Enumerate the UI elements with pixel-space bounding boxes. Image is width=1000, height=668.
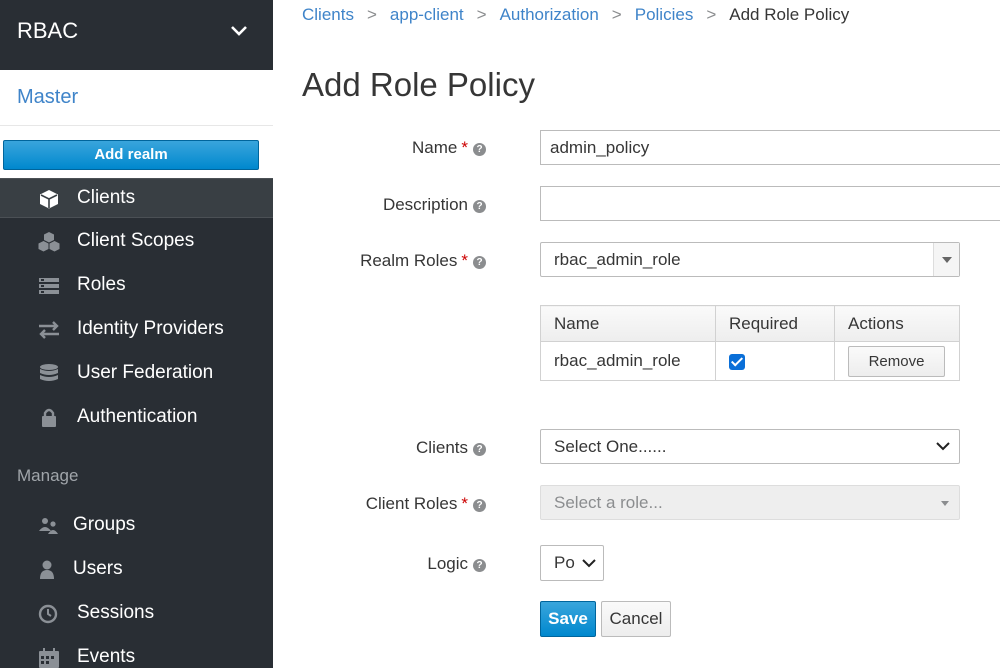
role-name-cell: rbac_admin_role [540,341,716,381]
save-button[interactable]: Save [540,601,596,637]
user-icon [40,560,54,579]
clock-icon [38,604,58,624]
realm-roles-select[interactable]: rbac_admin_role [540,242,960,277]
chevron-down-icon [582,559,596,568]
sidebar-item-identity-providers[interactable]: Identity Providers [0,310,273,350]
breadcrumb: Clients > app-client > Authorization > Policie… [302,5,849,25]
client-roles-label-text: Client Roles [365,494,458,513]
help-icon[interactable]: ? [473,559,486,572]
page-title: Add Role Policy [302,66,535,103]
column-header-required: Required [715,305,835,342]
list-icon [39,278,59,294]
realm-selector-label: RBAC [17,18,79,43]
sidebar-item-label: Roles [77,274,126,295]
clients-label-text: Clients [416,438,468,457]
sidebar-item-authentication[interactable]: Authentication [0,398,273,438]
sidebar-item-user-federation[interactable]: User Federation [0,354,273,394]
realm-selector[interactable]: RBAC [0,0,273,70]
cancel-button[interactable]: Cancel [601,601,671,637]
required-marker: * [461,138,468,157]
column-header-name: Name [540,305,716,342]
sidebar-item-events[interactable]: Events [0,638,273,668]
breadcrumb-separator: > [476,5,487,24]
sidebar-item-label: Groups [73,514,136,535]
logic-label-text: Logic [427,554,468,573]
column-header-actions: Actions [834,305,960,342]
clients-label: Clients? [286,438,486,458]
database-icon [40,364,58,381]
sidebar-item-clients[interactable]: Clients [0,178,273,218]
help-icon[interactable]: ? [473,143,486,156]
current-realm-label: Master [17,86,79,108]
sidebar-item-client-scopes[interactable]: Client Scopes [0,222,273,262]
sidebar-item-label: User Federation [77,362,214,383]
role-required-cell [715,341,835,381]
name-label-text: Name [412,138,458,157]
client-roles-select[interactable]: Select a role... [540,485,960,520]
logic-value: Po [554,553,575,572]
breadcrumb-separator: > [611,5,622,24]
sidebar-item-groups[interactable]: Groups [0,506,273,546]
breadcrumb-clients[interactable]: Clients [302,5,354,24]
remove-role-button[interactable]: Remove [848,345,945,377]
exchange-icon [39,321,59,339]
realm-roles-label: Realm Roles *? [286,251,486,271]
required-checkbox[interactable] [729,353,745,370]
selected-roles-table: Name Required Actions rbac_admin_role Re… [540,305,960,381]
realm-roles-label-text: Realm Roles [360,251,458,270]
client-roles-label: Client Roles *? [286,494,486,514]
logic-label: Logic? [286,554,486,574]
current-realm[interactable]: Master [0,70,273,126]
calendar-icon [39,648,59,668]
breadcrumb-separator: > [706,5,717,24]
breadcrumb-separator: > [366,5,377,24]
help-icon[interactable]: ? [473,443,486,456]
table-row: rbac_admin_role Remove [540,341,960,381]
dropdown-arrow-icon[interactable] [933,243,959,276]
lock-icon [42,408,56,427]
chevron-down-icon [231,26,247,36]
help-icon[interactable]: ? [473,256,486,269]
breadcrumb-app-client[interactable]: app-client [390,5,464,24]
users-icon [39,518,58,534]
sidebar-item-label: Client Scopes [77,230,195,251]
sidebar-item-label: Clients [77,187,136,208]
sidebar-item-users[interactable]: Users [0,550,273,590]
sidebar-item-label: Identity Providers [77,318,224,339]
sidebar-item-label: Sessions [77,602,155,623]
logic-select[interactable]: Po [540,545,604,581]
required-marker: * [461,251,468,270]
required-marker: * [461,494,468,513]
breadcrumb-current: Add Role Policy [729,5,850,24]
breadcrumb-policies[interactable]: Policies [635,5,694,24]
sidebar-item-label: Events [77,646,136,667]
help-icon[interactable]: ? [473,499,486,512]
cubes-icon [38,232,60,252]
realm-roles-value: rbac_admin_role [554,250,681,269]
add-realm-button[interactable]: Add realm [3,140,259,170]
clients-value: Select One...... [554,437,667,456]
name-input[interactable]: admin_policy [540,130,1000,165]
sidebar: RBAC Master Add realm Clients Client Sco… [0,0,273,668]
chevron-down-icon [936,442,950,451]
clients-select[interactable]: Select One...... [540,429,960,464]
name-label: Name *? [286,138,486,158]
table-header-row: Name Required Actions [540,305,960,342]
role-actions-cell: Remove [834,341,960,381]
sidebar-item-roles[interactable]: Roles [0,266,273,306]
manage-heading: Manage [17,466,79,485]
description-label-text: Description [382,195,468,214]
client-roles-placeholder: Select a role... [554,493,663,512]
breadcrumb-authorization[interactable]: Authorization [500,5,599,24]
dropdown-arrow-icon [941,501,949,506]
cube-icon [40,190,58,209]
help-icon[interactable]: ? [473,200,486,213]
sidebar-item-label: Authentication [77,406,198,427]
description-label: Description? [286,195,486,215]
sidebar-item-label: Users [73,558,123,579]
description-input[interactable] [540,186,1000,221]
sidebar-item-sessions[interactable]: Sessions [0,594,273,634]
